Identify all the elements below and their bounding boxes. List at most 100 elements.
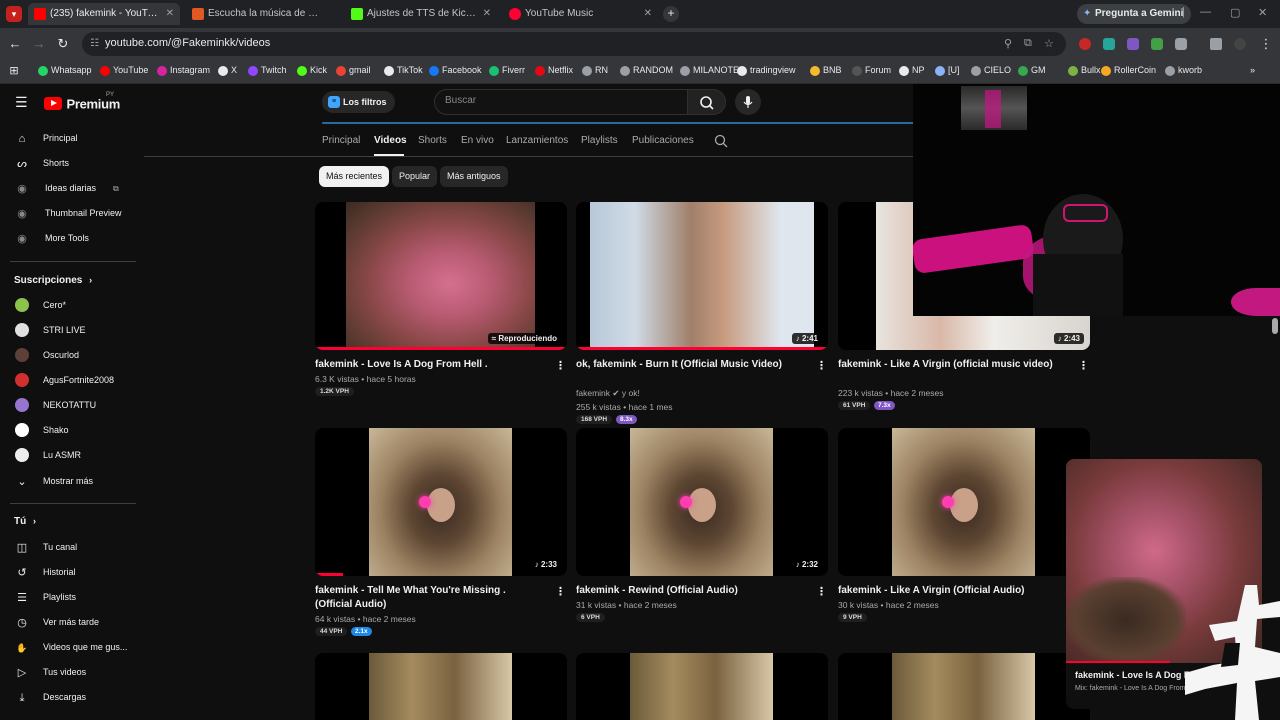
back-icon[interactable]: ←: [7, 36, 23, 51]
bookmark-u[interactable]: [U]: [935, 65, 960, 76]
bookmark-np[interactable]: NP: [899, 65, 925, 76]
forward-icon[interactable]: →: [31, 36, 47, 51]
search-input[interactable]: [445, 95, 675, 106]
you-header[interactable]: Tú ›: [14, 516, 36, 527]
sidebar-item-shorts[interactable]: ᔕ Shorts: [0, 151, 140, 176]
video-more-options-icon[interactable]: ⋮: [555, 585, 566, 598]
sidebar-sub-oscurlod[interactable]: Oscurlod: [0, 343, 140, 368]
video-card[interactable]: fakemink - Like A Virgin (Official Audio…: [838, 428, 1090, 628]
close-window-icon[interactable]: ✕: [1258, 6, 1267, 19]
bookmark-kick[interactable]: Kick: [297, 65, 327, 76]
browser-menu-icon[interactable]: ⋮: [1258, 36, 1274, 52]
sidebar-sub-agusfortnite2008[interactable]: AgusFortnite2008: [0, 368, 140, 393]
site-info-icon[interactable]: ☷: [90, 38, 99, 49]
bookmark-bullx[interactable]: Bullx: [1068, 65, 1101, 76]
extension-icon[interactable]: [1151, 38, 1163, 50]
sidebar-item-show-more[interactable]: ⌄ Mostrar más: [0, 469, 140, 494]
channel-search-icon[interactable]: [714, 134, 728, 153]
tab-principal[interactable]: Principal: [322, 135, 360, 146]
bookmark-rn[interactable]: RN: [582, 65, 608, 76]
record-extension-icon[interactable]: [1079, 38, 1091, 50]
video-more-options-icon[interactable]: ⋮: [816, 585, 827, 598]
bookmark-cielo[interactable]: CIELO: [971, 65, 1011, 76]
tab-search-icon[interactable]: ▾: [6, 6, 22, 22]
bookmark-facebook[interactable]: Facebook: [429, 65, 482, 76]
maximize-icon[interactable]: ▢: [1230, 6, 1240, 19]
reload-icon[interactable]: ↻: [55, 36, 71, 52]
bookmark-x[interactable]: X: [218, 65, 237, 76]
new-tab-icon[interactable]: +: [663, 6, 679, 22]
browser-tab-youtube[interactable]: (235) fakemink - YouTube ✕: [28, 3, 180, 25]
sidebar-you-your-videos[interactable]: ▷ Tus videos: [0, 660, 140, 685]
video-card[interactable]: [576, 653, 828, 720]
close-tab-icon[interactable]: ✕: [483, 3, 491, 25]
bookmark-kworb[interactable]: kworb: [1165, 65, 1202, 76]
video-card[interactable]: ♪ 2:41 ok, fakemink - Burn It (Official M…: [576, 202, 828, 424]
video-thumbnail[interactable]: ♪ 2:41: [576, 202, 828, 350]
sidebar-item-thumbnail-preview[interactable]: ◉ Thumbnail Preview: [0, 201, 140, 226]
sidebar-you-like[interactable]: ✋ Videos que me gus...: [0, 635, 140, 660]
video-more-options-icon[interactable]: ⋮: [555, 359, 566, 372]
video-title[interactable]: fakemink - Rewind (Official Audio): [576, 584, 804, 598]
sidebar-you-channel[interactable]: ◫ Tu canal: [0, 535, 140, 560]
video-card[interactable]: ≈ Reproduciendo fakemink - Love Is A Dog …: [315, 202, 567, 402]
video-title[interactable]: fakemink - Like A Virgin (official music…: [838, 358, 1066, 372]
extensions-puzzle-icon[interactable]: [1175, 38, 1187, 50]
sort-chip-popular[interactable]: Popular: [392, 166, 438, 187]
tab-shorts[interactable]: Shorts: [418, 135, 447, 146]
video-thumbnail[interactable]: ≈ Reproduciendo: [315, 202, 567, 350]
sort-chip-recent[interactable]: Más recientes: [319, 166, 390, 187]
video-channel[interactable]: fakemink ✔ y ok!: [576, 388, 640, 399]
omnibox[interactable]: ☷ youtube.com/@Fakeminkk/videos ⚲ ⧉ ☆: [82, 32, 1066, 56]
youtube-premium-logo[interactable]: Premium PY: [44, 92, 120, 113]
video-thumbnail[interactable]: [576, 653, 828, 720]
close-tab-icon[interactable]: ✕: [644, 3, 652, 25]
minimize-icon[interactable]: —: [1200, 6, 1211, 18]
video-title[interactable]: fakemink - Love Is A Dog From Hell .: [315, 358, 543, 372]
subscriptions-header[interactable]: Suscripciones ›: [14, 275, 92, 286]
tab-list-icon[interactable]: [1210, 38, 1222, 50]
video-more-options-icon[interactable]: ⋮: [1078, 359, 1089, 372]
sort-chip-oldest[interactable]: Más antiguos: [440, 166, 508, 187]
video-thumbnail[interactable]: [315, 653, 567, 720]
bookmark-star-icon[interactable]: ☆: [1044, 37, 1054, 50]
bookmark-milanote[interactable]: MILANOTE: [680, 65, 739, 76]
browser-tab-ytmusic[interactable]: YouTube Music ✕: [503, 3, 658, 25]
browser-tab-stri[interactable]: Escucha la música de STRI NW: [186, 3, 341, 25]
video-thumbnail[interactable]: ♪ 2:33: [315, 428, 567, 576]
bookmark-gmail[interactable]: gmail: [336, 65, 371, 76]
profile-avatar[interactable]: [1234, 38, 1246, 50]
bookmark-netflix[interactable]: Netflix: [535, 65, 573, 76]
video-thumbnail[interactable]: ♪ 2:32: [576, 428, 828, 576]
zoom-icon[interactable]: ⚲: [1004, 37, 1012, 50]
tab-en-vivo[interactable]: En vivo: [461, 135, 494, 146]
bookmark-fiverr[interactable]: Fiverr: [489, 65, 525, 76]
bookmark-gm[interactable]: GM: [1018, 65, 1046, 76]
sidebar-you-watch-later[interactable]: ◷ Ver más tarde: [0, 610, 140, 635]
bookmark-twitch[interactable]: Twitch: [248, 65, 287, 76]
search-button[interactable]: [688, 89, 726, 115]
bookmark-random[interactable]: RANDOM: [620, 65, 673, 76]
video-thumbnail[interactable]: [838, 428, 1090, 576]
video-title[interactable]: fakemink - Tell Me What You're Missing .…: [315, 584, 543, 612]
extension-icon[interactable]: [1103, 38, 1115, 50]
bookmark-whatsapp[interactable]: Whatsapp: [38, 65, 92, 76]
bookmark-tradingview[interactable]: tradingview: [737, 65, 796, 76]
video-title[interactable]: ok, fakemink - Burn It (Official Music V…: [576, 358, 804, 372]
tab-lanzamientos[interactable]: Lanzamientos: [506, 135, 568, 146]
more-bookmarks-icon[interactable]: »: [1250, 65, 1255, 75]
bookmark-instagram[interactable]: Instagram: [157, 65, 210, 76]
menu-hamburger-icon[interactable]: ☰: [15, 94, 28, 111]
tab-videos[interactable]: Videos: [374, 135, 407, 146]
video-thumbnail[interactable]: [838, 653, 1090, 720]
tab-publicaciones[interactable]: Publicaciones: [632, 135, 694, 146]
sidebar-item-ideas-diarias[interactable]: ◉ Ideas diarias ⧉: [0, 176, 140, 201]
browser-tab-kickbot[interactable]: Ajustes de TTS de KickBot ✕: [345, 3, 497, 25]
cast-icon[interactable]: ⧉: [1024, 37, 1032, 50]
bookmark-rollercoin[interactable]: RollerCoin: [1101, 65, 1156, 76]
sidebar-sub-cero[interactable]: Cero*: [0, 293, 140, 318]
sidebar-item-principal[interactable]: ⌂ Principal: [0, 126, 140, 151]
video-card[interactable]: [315, 653, 567, 720]
bookmark-forum[interactable]: Forum: [852, 65, 891, 76]
url-text[interactable]: youtube.com/@Fakeminkk/videos: [105, 37, 270, 49]
